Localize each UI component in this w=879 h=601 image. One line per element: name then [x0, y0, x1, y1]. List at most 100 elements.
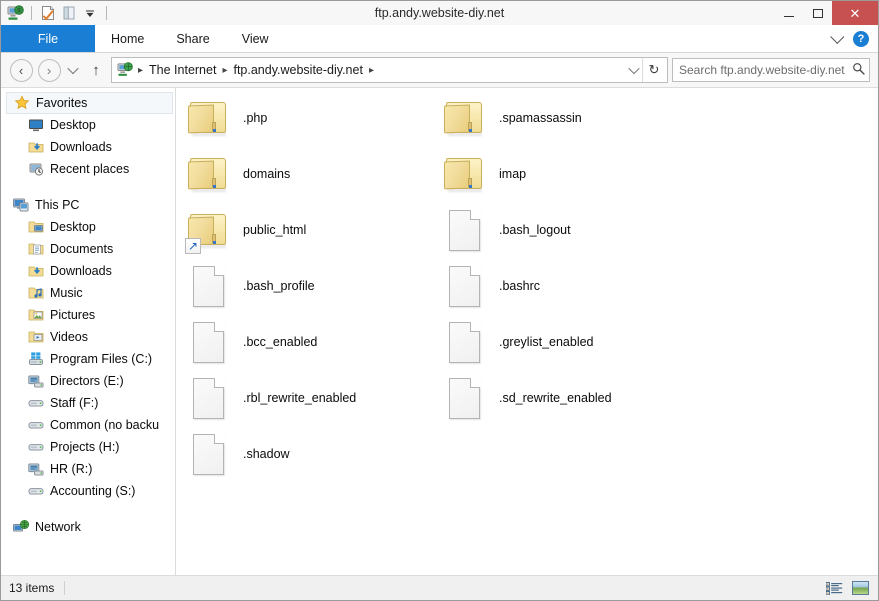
- file-item-label: .bash_logout: [499, 223, 571, 237]
- tab-view[interactable]: View: [226, 25, 285, 52]
- this-pc-icon: [13, 197, 29, 213]
- sidebar-item-label: Projects (H:): [50, 440, 119, 454]
- network-icon: [13, 519, 29, 535]
- breadcrumb-separator-2[interactable]: ▸: [366, 65, 377, 76]
- forward-button[interactable]: ›: [37, 58, 61, 82]
- thumbnail-view-icon: [852, 581, 869, 595]
- close-button[interactable]: ✕: [832, 1, 878, 25]
- file-item[interactable]: .bash_logout: [441, 202, 571, 258]
- minimize-button[interactable]: [774, 1, 803, 25]
- sidebar-item-common-no-backup[interactable]: Common (no backu: [1, 414, 175, 436]
- search-box[interactable]: Search ftp.andy.website-diy.net: [672, 58, 870, 82]
- shortcut-overlay-icon: ↗: [185, 238, 201, 254]
- sidebar-item-hr-r[interactable]: HR (R:): [1, 458, 175, 480]
- pictures-folder-icon: [28, 307, 44, 323]
- sidebar-item-staff-f[interactable]: Staff (F:): [1, 392, 175, 414]
- sidebar-item-projects-h[interactable]: Projects (H:): [1, 436, 175, 458]
- address-bar[interactable]: ▸ The Internet ▸ ftp.andy.website-diy.ne…: [111, 57, 668, 83]
- sidebar-item-program-files-c[interactable]: Program Files (C:): [1, 348, 175, 370]
- recent-locations-button[interactable]: [65, 59, 81, 81]
- breadcrumb-item-ftp-host[interactable]: ftp.andy.website-diy.net: [230, 63, 365, 77]
- properties-icon[interactable]: [39, 4, 57, 22]
- folder-icon: [441, 94, 489, 142]
- tab-home[interactable]: Home: [95, 25, 160, 52]
- navigation-pane[interactable]: Favorites Desktop: [1, 88, 176, 575]
- star-icon: [14, 95, 30, 111]
- navigation-bar: ‹ › ↑ ▸ The Internet ▸: [1, 53, 878, 87]
- file-list-view[interactable]: .php .spamassassin domains imap: [176, 88, 878, 575]
- file-icon: [441, 318, 489, 366]
- file-item[interactable]: .shadow: [185, 426, 290, 482]
- file-item[interactable]: .sd_rewrite_enabled: [441, 370, 612, 426]
- file-item-label: .bashrc: [499, 279, 540, 293]
- new-folder-icon[interactable]: [60, 4, 78, 22]
- tab-file[interactable]: File: [1, 25, 95, 52]
- tab-share[interactable]: Share: [160, 25, 225, 52]
- view-mode-buttons: [825, 580, 870, 597]
- file-item[interactable]: .bash_profile: [185, 258, 315, 314]
- file-item-label: .shadow: [243, 447, 290, 461]
- sidebar-item-desktop-pc[interactable]: Desktop: [1, 216, 175, 238]
- refresh-button[interactable]: ↻: [642, 58, 665, 82]
- file-item[interactable]: .bashrc: [441, 258, 540, 314]
- sidebar-item-downloads[interactable]: Downloads: [1, 136, 175, 158]
- sidebar-item-music[interactable]: Music: [1, 282, 175, 304]
- network-drive-icon: [28, 461, 44, 477]
- file-item[interactable]: .rbl_rewrite_enabled: [185, 370, 356, 426]
- ftp-site-icon[interactable]: [6, 4, 24, 22]
- file-item[interactable]: .spamassassin: [441, 90, 582, 146]
- address-history-dropdown[interactable]: [625, 58, 642, 82]
- file-item-label: imap: [499, 167, 526, 181]
- sidebar-item-videos[interactable]: Videos: [1, 326, 175, 348]
- content-area: Favorites Desktop: [1, 87, 878, 575]
- breadcrumb-separator-0[interactable]: ▸: [135, 65, 146, 76]
- folder-icon: [441, 150, 489, 198]
- file-item[interactable]: imap: [441, 146, 526, 202]
- search-input[interactable]: Search ftp.andy.website-diy.net: [679, 63, 845, 77]
- maximize-icon: [813, 9, 823, 18]
- sidebar-group-label: Network: [35, 520, 81, 534]
- file-item-label: .sd_rewrite_enabled: [499, 391, 612, 405]
- sidebar-item-directors-e[interactable]: Directors (E:): [1, 370, 175, 392]
- file-item-label: .bash_profile: [243, 279, 315, 293]
- quick-access-separator-2: [106, 6, 107, 20]
- breadcrumb-item-the-internet[interactable]: The Internet: [146, 63, 219, 77]
- file-item[interactable]: ↗ public_html: [185, 202, 306, 258]
- up-button[interactable]: ↑: [85, 59, 107, 81]
- sidebar-item-documents[interactable]: Documents: [1, 238, 175, 260]
- desktop-folder-icon: [28, 219, 44, 235]
- details-view-button[interactable]: [825, 580, 844, 597]
- sidebar-item-pictures[interactable]: Pictures: [1, 304, 175, 326]
- sidebar-item-label: Pictures: [50, 308, 95, 322]
- documents-folder-icon: [28, 241, 44, 257]
- drive-icon: [28, 439, 44, 455]
- file-item[interactable]: .greylist_enabled: [441, 314, 594, 370]
- file-item-label: public_html: [243, 223, 306, 237]
- sidebar-item-label: Downloads: [50, 264, 112, 278]
- file-item[interactable]: .bcc_enabled: [185, 314, 317, 370]
- sidebar-item-downloads-pc[interactable]: Downloads: [1, 260, 175, 282]
- file-item[interactable]: domains: [185, 146, 290, 202]
- sidebar-group-label: Favorites: [36, 96, 87, 110]
- sidebar-item-recent-places[interactable]: Recent places: [1, 158, 175, 180]
- sidebar-item-label: Program Files (C:): [50, 352, 152, 366]
- sidebar-item-desktop[interactable]: Desktop: [1, 114, 175, 136]
- file-icon: [441, 374, 489, 422]
- sidebar-item-label: Downloads: [50, 140, 112, 154]
- downloads-folder-icon: [28, 263, 44, 279]
- sidebar-spacer-2: [1, 502, 175, 516]
- sidebar-item-accounting-s[interactable]: Accounting (S:): [1, 480, 175, 502]
- drive-icon: [28, 417, 44, 433]
- large-icons-view-button[interactable]: [851, 580, 870, 597]
- breadcrumb-separator-1[interactable]: ▸: [219, 65, 230, 76]
- sidebar-group-favorites[interactable]: Favorites: [6, 92, 173, 114]
- sidebar-group-network[interactable]: Network: [1, 516, 175, 538]
- file-item[interactable]: .php: [185, 90, 267, 146]
- window-title: ftp.andy.website-diy.net: [1, 6, 878, 20]
- help-icon[interactable]: ?: [853, 31, 869, 47]
- back-button[interactable]: ‹: [9, 58, 33, 82]
- maximize-button[interactable]: [803, 1, 832, 25]
- quick-access-dropdown-icon[interactable]: [81, 4, 99, 22]
- sidebar-group-this-pc[interactable]: This PC: [1, 194, 175, 216]
- expand-ribbon-chevron-down-icon[interactable]: [830, 29, 844, 43]
